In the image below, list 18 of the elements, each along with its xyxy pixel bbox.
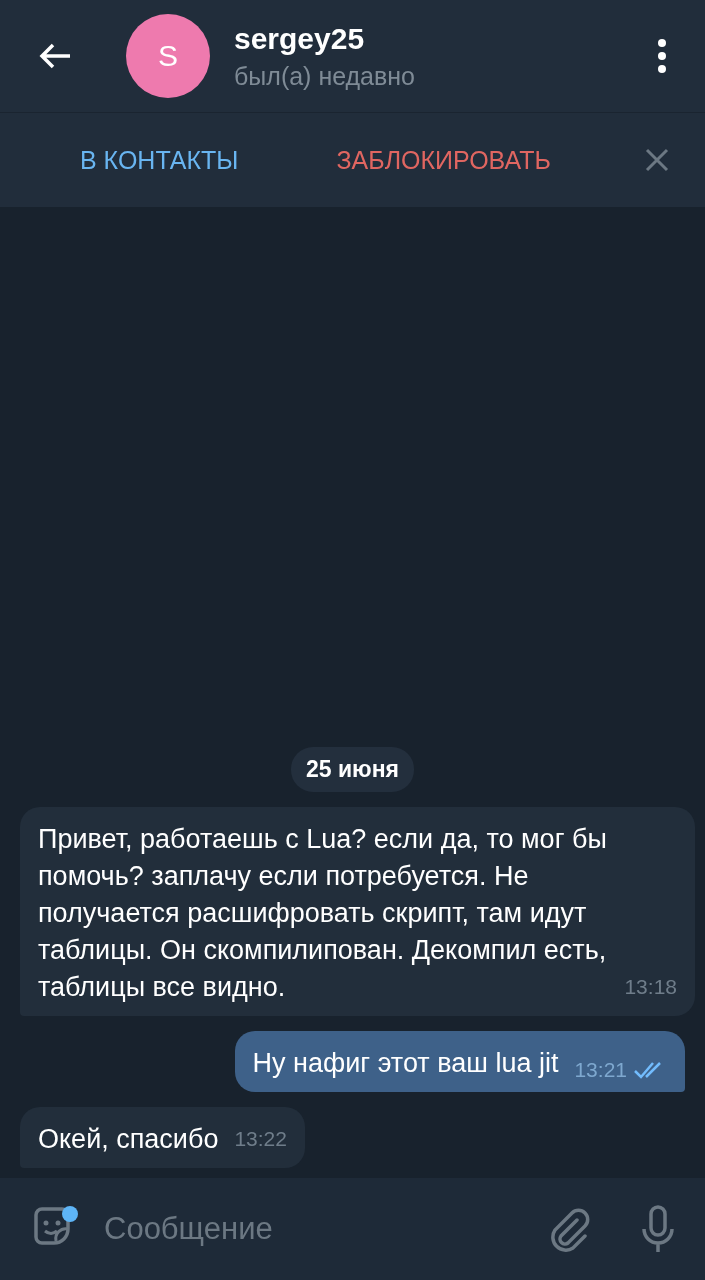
message-bubble[interactable]: Окей, спасибо 13:22 (20, 1107, 305, 1168)
date-divider: 25 июня (290, 747, 415, 792)
contact-name: sergey25 (234, 21, 366, 56)
last-seen-status: был(а) недавно (234, 61, 417, 91)
microphone-icon[interactable] (641, 1205, 675, 1253)
more-options-icon[interactable] (657, 39, 667, 73)
message-time: 13:22 (234, 1127, 287, 1151)
message-time: 13:21 (574, 1058, 627, 1082)
back-icon[interactable] (38, 42, 72, 70)
close-icon[interactable] (645, 148, 669, 172)
message-bubble[interactable]: Привет, работаешь с Lua? если да, то мог бы помочь? заплачу если потребуется. Не получается расшифровать скрипт, там идут таблицы. Он скомпилипован. Декомпил есть, таблицы все видно. 13:18 (20, 807, 695, 1016)
message-text: Привет, работаешь с Lua? если да, то мог бы помочь? заплачу если потребуется. Не получается расшифровать скрипт, там идут таблицы. Он скомпилипован. Декомпил есть, таблицы все видно. (38, 824, 607, 1002)
add-contact-button[interactable]: В КОНТАКТЫ (80, 145, 239, 175)
message-text: Окей, спасибо (38, 1124, 219, 1154)
block-button[interactable]: ЗАБЛОКИРОВАТЬ (336, 145, 551, 175)
message-time: 13:18 (624, 975, 677, 999)
message-text: Ну нафиг этот ваш lua jit (252, 1047, 559, 1080)
message-bubble[interactable]: Ну нафиг этот ваш lua jit 13:21 (234, 1031, 685, 1092)
